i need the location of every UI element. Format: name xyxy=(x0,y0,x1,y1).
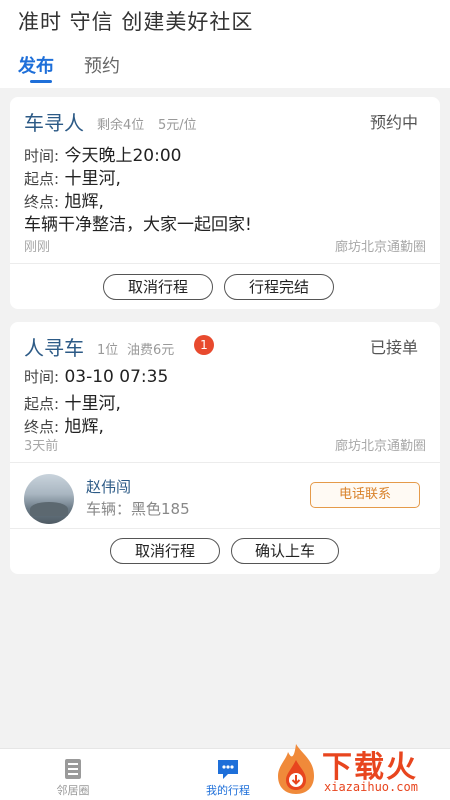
trip-note: 车辆干净整洁，大家一起回家! xyxy=(24,215,252,235)
price-per-seat: 5元/位 xyxy=(158,118,197,133)
trip-card-passenger-seeks-car: 人寻车 1位 油费6元 1 已接单 时间: 03-10 07:35 起点: 十里… xyxy=(10,322,440,574)
finish-trip-button[interactable]: 行程完结 xyxy=(224,274,334,300)
trip-card-car-seeks-passenger: 车寻人 剩余4位 5元/位 预约中 时间: 今天晚上20:00 起点: 十里河,… xyxy=(10,97,440,309)
flame-icon xyxy=(272,742,320,800)
seats-remaining: 剩余4位 xyxy=(97,118,145,133)
destination-row: 终点: 旭辉, xyxy=(24,187,104,212)
area-tag: 廊坊北京通勤圈 xyxy=(334,439,426,454)
fuel-fee: 油费6元 xyxy=(127,343,175,358)
area-tag: 廊坊北京通勤圈 xyxy=(334,240,426,255)
passenger-count: 1位 xyxy=(97,343,119,358)
destination-value: 旭辉, xyxy=(64,417,104,437)
time-value: 今天晚上20:00 xyxy=(64,146,182,166)
active-tab-indicator xyxy=(30,80,52,83)
call-driver-button[interactable]: 电话联系 xyxy=(310,482,420,508)
divider xyxy=(10,528,440,529)
destination-label: 终点: xyxy=(24,418,60,436)
posted-time: 3天前 xyxy=(24,439,59,454)
cancel-trip-button[interactable]: 取消行程 xyxy=(103,274,213,300)
status-badge: 预约中 xyxy=(369,113,418,132)
posted-time: 刚刚 xyxy=(24,240,51,255)
origin-label: 起点: xyxy=(24,395,60,413)
destination-label: 终点: xyxy=(24,193,60,211)
time-value: 03-10 07:35 xyxy=(64,367,169,387)
driver-name: 赵伟闯 xyxy=(86,478,132,496)
destination-value: 旭辉, xyxy=(64,192,104,212)
driver-vehicle: 车辆：黑色185 xyxy=(86,500,190,518)
driver-avatar[interactable] xyxy=(24,474,74,524)
destination-row: 终点: 旭辉, xyxy=(24,412,104,437)
watermark-logo: 下载火 xiazaihuo.com xyxy=(264,740,450,800)
origin-label: 起点: xyxy=(24,170,60,188)
divider xyxy=(10,263,440,264)
cancel-trip-button[interactable]: 取消行程 xyxy=(110,538,220,564)
tab-reserve[interactable]: 预约 xyxy=(84,52,120,78)
time-row: 时间: 今天晚上20:00 xyxy=(24,141,181,166)
tab-publish[interactable]: 发布 xyxy=(18,52,54,78)
notification-badge: 1 xyxy=(194,335,214,355)
origin-row: 起点: 十里河, xyxy=(24,389,121,414)
origin-row: 起点: 十里河, xyxy=(24,164,121,189)
trip-type: 车寻人 xyxy=(24,111,84,135)
neighbor-circle-icon xyxy=(63,758,83,784)
divider xyxy=(10,462,440,463)
nav-label: 邻居圈 xyxy=(56,784,90,797)
header: 准时 守信 创建美好社区 发布 预约 xyxy=(0,0,450,88)
status-badge: 已接单 xyxy=(369,338,418,357)
confirm-boarding-button[interactable]: 确认上车 xyxy=(231,538,339,564)
origin-value: 十里河, xyxy=(64,169,121,189)
time-label: 时间: xyxy=(24,368,60,386)
watermark-url: xiazaihuo.com xyxy=(324,780,418,794)
time-label: 时间: xyxy=(24,147,60,165)
page-title: 准时 守信 创建美好社区 xyxy=(18,10,254,34)
origin-value: 十里河, xyxy=(64,394,121,414)
time-row: 时间: 03-10 07:35 xyxy=(24,366,168,387)
nav-neighbor-circle[interactable]: 邻居圈 xyxy=(13,749,133,800)
my-trips-icon xyxy=(216,758,240,784)
trip-type: 人寻车 xyxy=(24,336,84,360)
